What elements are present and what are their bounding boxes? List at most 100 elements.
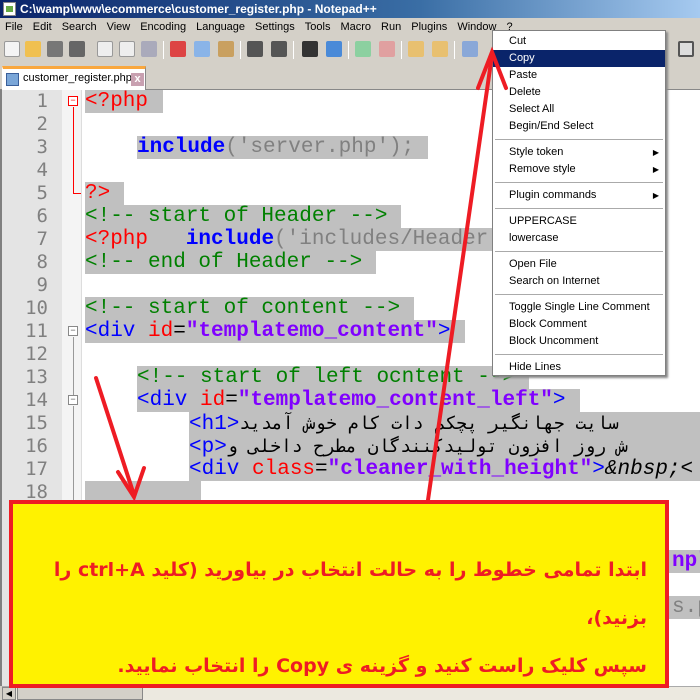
menu-separator: [495, 251, 663, 252]
context-menu-item-search-on-internet[interactable]: Search on Internet: [493, 273, 665, 290]
menu-item-label: Delete: [509, 86, 541, 98]
menu-language[interactable]: Language: [191, 18, 250, 37]
context-menu-item-select-all[interactable]: Select All: [493, 101, 665, 118]
menu-view[interactable]: View: [102, 18, 136, 37]
code-line-7: <?php include('includes/Header: [85, 228, 503, 251]
line-number: 10: [25, 297, 48, 319]
zoom-in-icon[interactable]: [355, 41, 371, 57]
open-file-icon[interactable]: [25, 41, 41, 57]
context-menu-item-style-token[interactable]: Style token ▶: [493, 144, 665, 161]
close-icon[interactable]: [97, 41, 113, 57]
line-number: 15: [25, 412, 48, 434]
context-menu: Cut Copy Paste Delete Select All Begin/End Se…: [492, 30, 666, 376]
undo-icon[interactable]: [247, 41, 263, 57]
menu-search[interactable]: Search: [57, 18, 102, 37]
save-all-icon[interactable]: [69, 41, 85, 57]
submenu-arrow-icon: ▶: [652, 148, 659, 157]
context-menu-item-begin-end-select[interactable]: Begin/End Select: [493, 118, 665, 135]
menu-separator: [495, 208, 663, 209]
context-menu-item-plugin-commands[interactable]: Plugin commands ▶: [493, 187, 665, 204]
menu-separator: [495, 294, 663, 295]
line-number: 6: [36, 205, 48, 227]
view-panel-icon[interactable]: [678, 41, 694, 57]
submenu-arrow-icon: ▶: [652, 191, 659, 200]
code-line-6: <!-- start of Header -->: [85, 205, 402, 228]
sync-vertical-icon[interactable]: [408, 41, 424, 57]
context-menu-item-block-uncomment[interactable]: Block Uncomment: [493, 333, 665, 350]
menu-item-label: Select All: [509, 103, 555, 115]
redo-icon[interactable]: [271, 41, 287, 57]
menu-plugins[interactable]: Plugins: [406, 18, 452, 37]
menu-item-label: Hide Lines: [509, 361, 561, 373]
menu-macro[interactable]: Macro: [335, 18, 376, 37]
menu-settings[interactable]: Settings: [250, 18, 300, 37]
line-number: 17: [25, 458, 48, 480]
context-menu-item-open-file[interactable]: Open File: [493, 256, 665, 273]
menu-item-label: UPPERCASE: [509, 215, 577, 227]
paste-icon[interactable]: [218, 41, 234, 57]
fold-collapse-icon[interactable]: −: [68, 326, 78, 336]
scroll-left-icon[interactable]: ◀: [2, 687, 16, 700]
annotation-box: ابتدا تمامی خطوط را به حالت انتخاب در بی…: [9, 500, 669, 688]
context-menu-item-cut[interactable]: Cut: [493, 33, 665, 50]
menu-encoding[interactable]: Encoding: [135, 18, 191, 37]
menu-item-label: Cut: [509, 35, 527, 47]
find-icon[interactable]: [302, 41, 318, 57]
menu-separator: [495, 354, 663, 355]
menu-separator: [495, 139, 663, 140]
menu-item-label: Remove style: [509, 163, 576, 175]
close-tab-icon[interactable]: x: [131, 73, 144, 86]
fold-line-end: [73, 193, 81, 194]
line-number: 13: [25, 366, 48, 388]
fold-line: [73, 107, 74, 193]
sync-horizontal-icon[interactable]: [432, 41, 448, 57]
context-menu-item-lowercase[interactable]: lowercase: [493, 230, 665, 247]
code-line-11: <div id="templatemo_content">: [85, 320, 465, 343]
copy-icon[interactable]: [194, 41, 210, 57]
menu-item-label: Open File: [509, 258, 557, 270]
cut-icon[interactable]: [170, 41, 186, 57]
new-file-icon[interactable]: [4, 41, 20, 57]
menu-tools[interactable]: Tools: [300, 18, 336, 37]
menu-run[interactable]: Run: [376, 18, 406, 37]
menu-item-label: Plugin commands: [509, 189, 597, 201]
line-number: 5: [36, 182, 48, 204]
menu-item-label: Block Uncomment: [509, 335, 599, 347]
fold-line: [73, 337, 74, 395]
menu-item-label: Begin/End Select: [509, 120, 594, 132]
menu-edit[interactable]: Edit: [28, 18, 57, 37]
line-number: 2: [36, 113, 48, 135]
context-menu-item-remove-style[interactable]: Remove style ▶: [493, 161, 665, 178]
context-menu-item-delete[interactable]: Delete: [493, 84, 665, 101]
zoom-out-icon[interactable]: [379, 41, 395, 57]
save-icon[interactable]: [47, 41, 63, 57]
line-number: 1: [36, 90, 48, 112]
code-line-10: <!-- start of content -->: [85, 297, 415, 320]
tab-customer-register[interactable]: customer_register.php x: [2, 66, 146, 90]
close-all-icon[interactable]: [119, 41, 135, 57]
code-line-1: <?php: [85, 90, 163, 113]
menu-item-label: Style token: [509, 146, 564, 158]
print-icon[interactable]: [141, 41, 157, 57]
line-number: 9: [36, 274, 48, 296]
file-saved-icon: [6, 73, 19, 86]
context-menu-item-hide-lines[interactable]: Hide Lines: [493, 359, 665, 376]
context-menu-item-copy[interactable]: Copy: [493, 50, 665, 67]
title-bar: C:\wamp\www\ecommerce\customer_register.…: [0, 0, 700, 18]
fold-collapse-icon[interactable]: −: [68, 96, 78, 106]
context-menu-item-paste[interactable]: Paste: [493, 67, 665, 84]
menu-file[interactable]: File: [0, 18, 28, 37]
fold-collapse-icon[interactable]: −: [68, 395, 78, 405]
menu-item-label: Copy: [509, 52, 535, 64]
replace-icon[interactable]: [326, 41, 342, 57]
menu-item-label: Paste: [509, 69, 538, 81]
word-wrap-icon[interactable]: [462, 41, 478, 57]
annotation-line-2: سپس کلیک راست کنید و گزینه ی Copy را انت…: [117, 655, 647, 677]
context-menu-item-toggle-single-line-comment[interactable]: Toggle Single Line Comment: [493, 299, 665, 316]
code-line-8: <!-- end of Header -->: [85, 251, 377, 274]
context-menu-item-uppercase[interactable]: UPPERCASE: [493, 213, 665, 230]
menu-item-label: Block Comment: [509, 318, 587, 330]
tab-label: customer_register.php: [23, 72, 132, 84]
context-menu-item-block-comment[interactable]: Block Comment: [493, 316, 665, 333]
menu-item-label: Toggle Single Line Comment: [509, 301, 650, 313]
